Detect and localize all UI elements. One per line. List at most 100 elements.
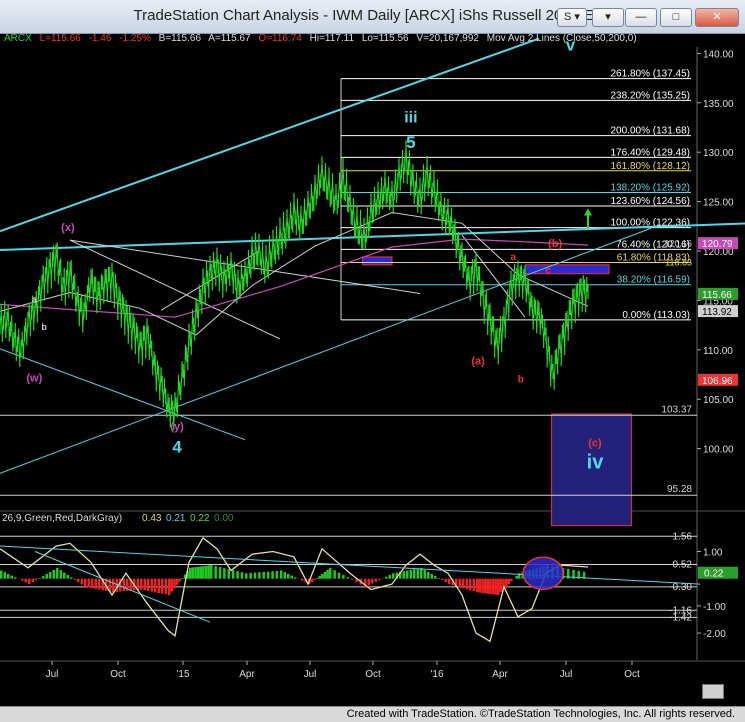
osc-histogram-bar <box>49 572 52 579</box>
osc-histogram-bar <box>508 579 511 584</box>
support-label: 103.37 <box>661 404 692 415</box>
osc-histogram-bar <box>70 577 73 578</box>
osc-histogram-bar <box>351 579 354 580</box>
chart-canvas: 261.80% (137.45) 238.20% (135.25) 200.00% … <box>0 0 745 721</box>
fib-level-label: 261.80% (137.45) <box>610 69 690 80</box>
status-change: -1.46 <box>89 33 112 44</box>
maximize-button[interactable]: □ <box>660 8 692 27</box>
time-tick-label: Apr <box>239 669 255 680</box>
options-dropdown-button[interactable]: ▾ <box>592 8 624 27</box>
osc-histogram-bar <box>189 568 192 579</box>
osc-histogram-bar <box>479 579 482 593</box>
status-last: L=115.66 <box>40 33 81 44</box>
osc-histogram-bar <box>316 578 319 579</box>
small-box <box>363 257 392 265</box>
fib-level-label: 176.40% (129.48) <box>610 147 690 158</box>
wave-label: c <box>545 266 551 277</box>
osc-histogram-bar <box>276 571 279 579</box>
osc-histogram-bar <box>448 579 451 584</box>
osc-histogram-bar <box>484 579 487 594</box>
osc-histogram-bar <box>202 566 205 579</box>
price-tick-label: 105.00 <box>703 395 734 406</box>
osc-histogram-bar <box>487 579 490 594</box>
price-tag-label: 120.79 <box>702 239 733 250</box>
osc-histogram-bar <box>249 573 252 579</box>
osc-histogram-bar <box>466 579 469 590</box>
osc-histogram-bar <box>151 579 154 592</box>
minimize-button[interactable]: — <box>625 8 657 27</box>
osc-histogram-bar <box>228 569 231 579</box>
osc-histogram-bar <box>326 570 329 579</box>
osc-histogram-bar <box>492 579 495 595</box>
osc-histogram-bar <box>378 579 381 580</box>
wave-label: b <box>518 374 524 385</box>
osc-histogram-bar <box>505 579 508 587</box>
osc-histogram-bar <box>338 573 341 579</box>
trendline <box>0 39 539 232</box>
close-button[interactable]: ✕ <box>695 8 739 27</box>
time-tick-label: Jul <box>560 669 573 680</box>
resistance-box <box>525 265 609 274</box>
osc-histogram-bar <box>236 571 239 579</box>
osc-histogram-bar <box>205 566 208 579</box>
osc-histogram-bar <box>438 578 441 579</box>
osc-histogram-bar <box>74 579 77 580</box>
symbol-dropdown-button[interactable]: S ▾ <box>557 8 587 27</box>
osc-histogram-bar <box>232 570 235 579</box>
osc-histogram-bar <box>462 579 465 589</box>
time-tick-label: '15 <box>176 669 189 680</box>
time-tick-label: '16 <box>430 669 443 680</box>
symbol-dropdown-label: S <box>564 11 571 23</box>
osc-histogram-bar <box>123 579 126 592</box>
osc-histogram-bar <box>403 571 406 579</box>
osc-histogram-bar <box>179 579 182 582</box>
oscillator-panel: 1.560.52-0.30-1.16-1.421.00-1.00-2.000.2… <box>0 513 738 641</box>
osc-histogram-bar <box>385 577 388 579</box>
title-bar: TradeStation Chart Analysis - IWM Daily … <box>0 0 745 34</box>
osc-histogram-bar <box>200 567 203 579</box>
status-high: Hi=117.11 <box>310 33 354 44</box>
fib-level-label: 0.00% (113.03) <box>622 310 690 321</box>
status-ask: A=115.67 <box>208 33 250 44</box>
osc-histogram-bar <box>424 570 427 579</box>
osc-histogram-bar <box>88 579 91 588</box>
osc-histogram-bar <box>258 572 261 579</box>
fib-level-label: 200.00% (131.68) <box>610 126 690 137</box>
wave-label: (a) <box>471 356 485 368</box>
fib-level-label: 161.80% (128.12) <box>610 161 690 172</box>
osc-histogram-bar <box>321 574 324 579</box>
osc-histogram-bar <box>7 574 10 579</box>
fib-level-label: 123.60% (124.56) <box>610 196 690 207</box>
status-volume: V=20,167,992 <box>416 33 479 44</box>
wave-label: (c) <box>588 438 602 450</box>
price-tick-label: 100.00 <box>703 445 734 456</box>
osc-histogram-bar <box>14 577 17 578</box>
fib-level-label: 38.20% (116.59) <box>617 275 690 286</box>
wave-label: iii <box>404 110 417 127</box>
price-tag-label: 113.92 <box>702 307 732 318</box>
osc-histogram-bar <box>510 579 512 582</box>
osc-histogram-bar <box>494 579 497 595</box>
osc-histogram-bar <box>431 574 434 579</box>
fib-overlap-label: 118.83 <box>665 257 692 267</box>
osc-histogram-bar <box>56 568 59 579</box>
dropdown-arrow-icon: ▾ <box>605 11 611 23</box>
osc-histogram-bar <box>476 579 479 593</box>
scroll-button[interactable] <box>702 684 724 699</box>
fib-overlap-label: 120.16 <box>664 239 692 249</box>
osc-histogram-bar <box>271 571 274 579</box>
osc-histogram-bar <box>406 571 409 579</box>
osc-histogram-bar <box>147 579 150 591</box>
osc-histogram-bar <box>140 579 143 590</box>
arrow-up-head-icon <box>584 208 592 215</box>
osc-histogram-bar <box>192 568 195 579</box>
osc-tick-label: -1.00 <box>703 602 726 613</box>
price-tick-label: 135.00 <box>703 99 734 110</box>
osc-histogram-bar <box>91 579 94 589</box>
fib-level-label: 238.20% (135.25) <box>610 90 690 101</box>
osc-histogram-bar <box>181 578 184 579</box>
osc-histogram-bar <box>469 579 472 591</box>
wave-label: iv <box>587 451 605 473</box>
osc-histogram-bar <box>165 579 168 595</box>
osc-histogram-bar <box>95 579 98 589</box>
